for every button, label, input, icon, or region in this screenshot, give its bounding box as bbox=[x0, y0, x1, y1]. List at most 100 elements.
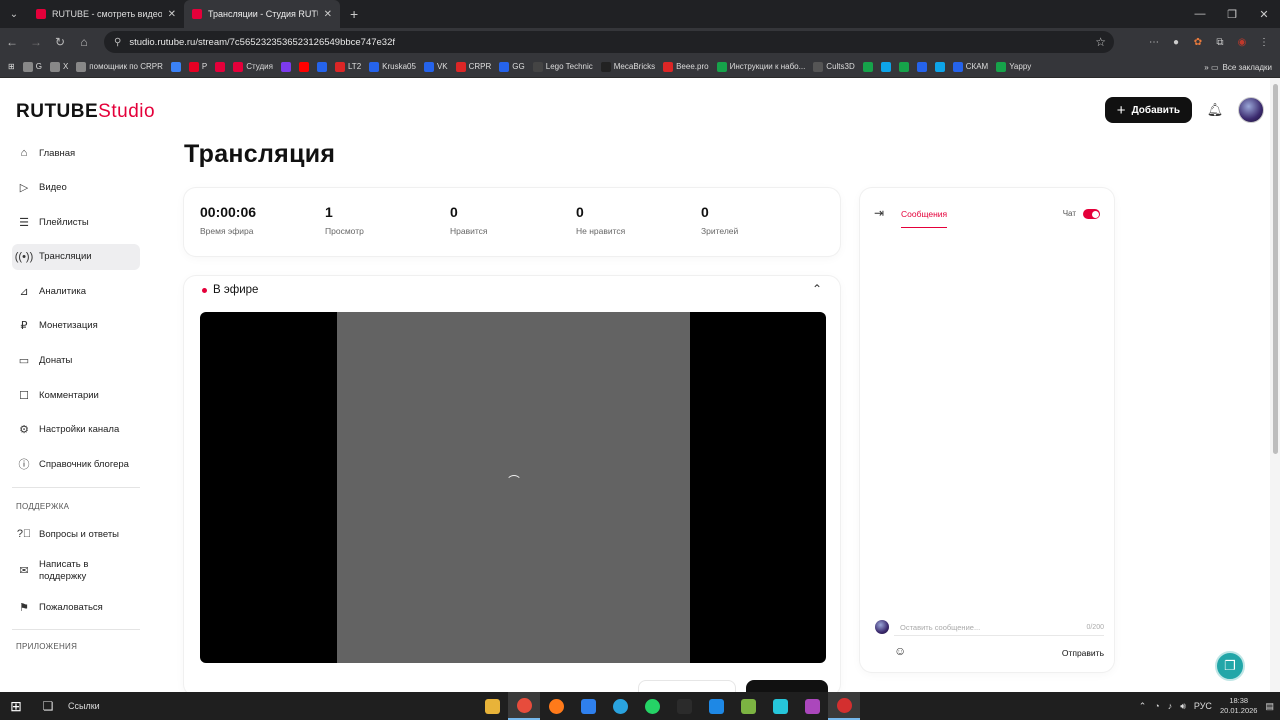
tab-search-icon[interactable]: ⌄ bbox=[0, 0, 28, 28]
chat-message-input[interactable]: Оставить сообщение... bbox=[894, 618, 1104, 636]
sidebar-item-monetization[interactable]: ₽ Монетизация bbox=[12, 313, 140, 339]
notifications-bell-icon[interactable]: 🔔︎ bbox=[1207, 102, 1224, 117]
bookmark-item[interactable]: P bbox=[187, 61, 209, 72]
extensions-puzzle-icon[interactable]: ⧉ bbox=[1212, 34, 1228, 50]
sidebar-item-comments[interactable]: ☐ Комментарии bbox=[12, 382, 140, 408]
clock[interactable]: 18:38 20.01.2026 bbox=[1220, 696, 1258, 716]
site-info-icon[interactable]: ⚲ bbox=[114, 37, 121, 48]
back-icon[interactable]: ← bbox=[0, 30, 24, 54]
bookmark-item[interactable]: Студия bbox=[231, 61, 275, 72]
app-icon[interactable] bbox=[732, 692, 764, 720]
sidebar-item-faq[interactable]: ?⃝ Вопросы и ответы bbox=[12, 521, 140, 547]
links-toolbar[interactable]: Ссылки bbox=[68, 701, 100, 711]
extension-icon[interactable]: ⋯ bbox=[1146, 34, 1162, 50]
extension-icon[interactable]: ● bbox=[1168, 34, 1184, 50]
sidebar-item-report[interactable]: ⚑ Пожаловаться bbox=[12, 595, 140, 621]
app-icon[interactable] bbox=[828, 692, 860, 720]
extension-icon[interactable]: ✿ bbox=[1190, 34, 1206, 50]
bookmark-item[interactable] bbox=[915, 61, 929, 72]
home-icon[interactable]: ⌂ bbox=[72, 30, 96, 54]
profile-icon[interactable]: ◉ bbox=[1234, 34, 1250, 50]
chrome-icon[interactable] bbox=[508, 692, 540, 720]
bookmark-item[interactable]: Kruska05 bbox=[367, 61, 418, 72]
tab-messages[interactable]: Сообщения bbox=[901, 209, 948, 228]
telegram-icon[interactable] bbox=[604, 692, 636, 720]
close-window-icon[interactable]: ✕ bbox=[1248, 0, 1280, 28]
rutube-studio-logo[interactable]: RUTUBEStudio bbox=[16, 101, 155, 123]
sidebar-item-contact-support[interactable]: ✉ Написать в поддержку bbox=[12, 556, 140, 586]
bookmark-item[interactable] bbox=[315, 61, 329, 72]
bookmark-item[interactable]: Beee.pro bbox=[661, 61, 710, 72]
app-icon[interactable] bbox=[572, 692, 604, 720]
bookmark-item[interactable] bbox=[879, 61, 893, 72]
sidebar-item-analytics[interactable]: ⊿ Аналитика bbox=[12, 278, 140, 304]
maximize-icon[interactable]: ❐ bbox=[1216, 0, 1248, 28]
new-tab-icon[interactable]: + bbox=[340, 6, 368, 22]
sidebar-item-video[interactable]: ▷ Видео bbox=[12, 175, 140, 201]
expand-chat-icon[interactable]: ⇥ bbox=[874, 206, 884, 220]
bookmark-item[interactable] bbox=[933, 61, 947, 72]
bookmark-star-icon[interactable]: ☆ bbox=[1095, 35, 1106, 49]
bookmark-item[interactable]: Cults3D bbox=[811, 61, 856, 72]
bookmark-item[interactable] bbox=[279, 61, 293, 72]
task-view-icon[interactable]: ❏ bbox=[32, 692, 64, 720]
all-bookmarks-button[interactable]: » ▭ Все закладки bbox=[1198, 56, 1272, 77]
close-tab-icon[interactable]: ✕ bbox=[168, 9, 176, 20]
video-player[interactable] bbox=[200, 312, 826, 663]
bookmark-item[interactable]: LT2 bbox=[333, 61, 363, 72]
minimize-icon[interactable]: — bbox=[1184, 0, 1216, 28]
chevron-up-icon[interactable]: ⌃ bbox=[812, 282, 822, 296]
sidebar-item-home[interactable]: ⌂ Главная bbox=[12, 140, 140, 166]
emoji-icon[interactable]: ☺ bbox=[894, 644, 906, 658]
bookmark-item[interactable]: помощник по CRPR bbox=[74, 61, 165, 72]
sidebar-item-playlists[interactable]: ☰ Плейлисты bbox=[12, 209, 140, 235]
bookmark-item[interactable] bbox=[861, 61, 875, 72]
whatsapp-icon[interactable] bbox=[636, 692, 668, 720]
bookmark-item[interactable]: CRPR bbox=[454, 61, 494, 72]
browser-tab-studio[interactable]: Трансляции - Студия RUTUBE ✕ bbox=[184, 0, 340, 28]
bookmark-item[interactable] bbox=[897, 61, 911, 72]
app-icon[interactable] bbox=[764, 692, 796, 720]
support-chat-button[interactable]: ❐ bbox=[1215, 651, 1245, 681]
scrollbar-thumb[interactable] bbox=[1273, 84, 1278, 454]
reload-icon[interactable]: ↻ bbox=[48, 30, 72, 54]
url-input[interactable]: ⚲ studio.rutube.ru/stream/7c565232353652… bbox=[104, 31, 1114, 53]
bookmark-item[interactable]: X bbox=[48, 61, 70, 72]
bookmark-item[interactable]: G bbox=[21, 61, 44, 72]
app-icon[interactable] bbox=[700, 692, 732, 720]
apps-grid-icon[interactable]: ⊞ bbox=[6, 62, 17, 71]
add-button[interactable]: + Добавить bbox=[1104, 97, 1192, 123]
firefox-icon[interactable] bbox=[540, 692, 572, 720]
bookmark-item[interactable]: Инструкции к набо... bbox=[715, 61, 808, 72]
bookmark-item[interactable] bbox=[213, 61, 227, 72]
bookmark-item[interactable]: СКАМ bbox=[951, 61, 990, 72]
bookmark-item[interactable] bbox=[169, 61, 183, 72]
close-tab-icon[interactable]: ✕ bbox=[324, 9, 332, 20]
browser-tab-rutube[interactable]: RUTUBE - смотреть видео он... ✕ bbox=[28, 0, 184, 28]
page-scrollbar[interactable] bbox=[1270, 78, 1280, 692]
bookmark-item[interactable]: Lego Technic bbox=[531, 61, 595, 72]
sidebar-item-broadcasts[interactable]: ((•)) Трансляции bbox=[12, 243, 140, 270]
sidebar-item-channel-settings[interactable]: ⚙ Настройки канала bbox=[12, 417, 140, 443]
chevron-up-icon[interactable]: ⌃ bbox=[1139, 701, 1147, 712]
bookmark-item[interactable]: Yappy bbox=[994, 61, 1033, 72]
send-button[interactable]: Отправить bbox=[1062, 648, 1104, 658]
bookmark-item[interactable]: VK bbox=[422, 61, 450, 72]
chat-toggle[interactable] bbox=[1083, 209, 1100, 219]
notifications-icon[interactable]: ▤ bbox=[1265, 701, 1274, 712]
avatar[interactable] bbox=[1238, 97, 1264, 123]
language-indicator[interactable]: РУС bbox=[1194, 701, 1212, 711]
network-icon[interactable]: ◔ bbox=[1154, 701, 1159, 711]
menu-icon[interactable]: ⋮ bbox=[1256, 34, 1272, 50]
sidebar-item-donations[interactable]: ▭ Донаты bbox=[12, 348, 140, 374]
windows-start-icon[interactable]: ⊞ bbox=[0, 692, 32, 720]
bookmark-item[interactable]: MecaBricks bbox=[599, 61, 657, 72]
bookmark-item[interactable] bbox=[297, 61, 311, 72]
app-icon[interactable] bbox=[796, 692, 828, 720]
forward-icon[interactable]: → bbox=[24, 30, 48, 54]
sidebar-item-blogger-guide[interactable]: ⓘ Справочник блогера bbox=[12, 451, 140, 477]
microphone-icon[interactable]: ♪ bbox=[1168, 701, 1173, 711]
app-icon[interactable] bbox=[668, 692, 700, 720]
file-explorer-icon[interactable] bbox=[476, 692, 508, 720]
bookmark-item[interactable]: GG bbox=[497, 61, 526, 72]
